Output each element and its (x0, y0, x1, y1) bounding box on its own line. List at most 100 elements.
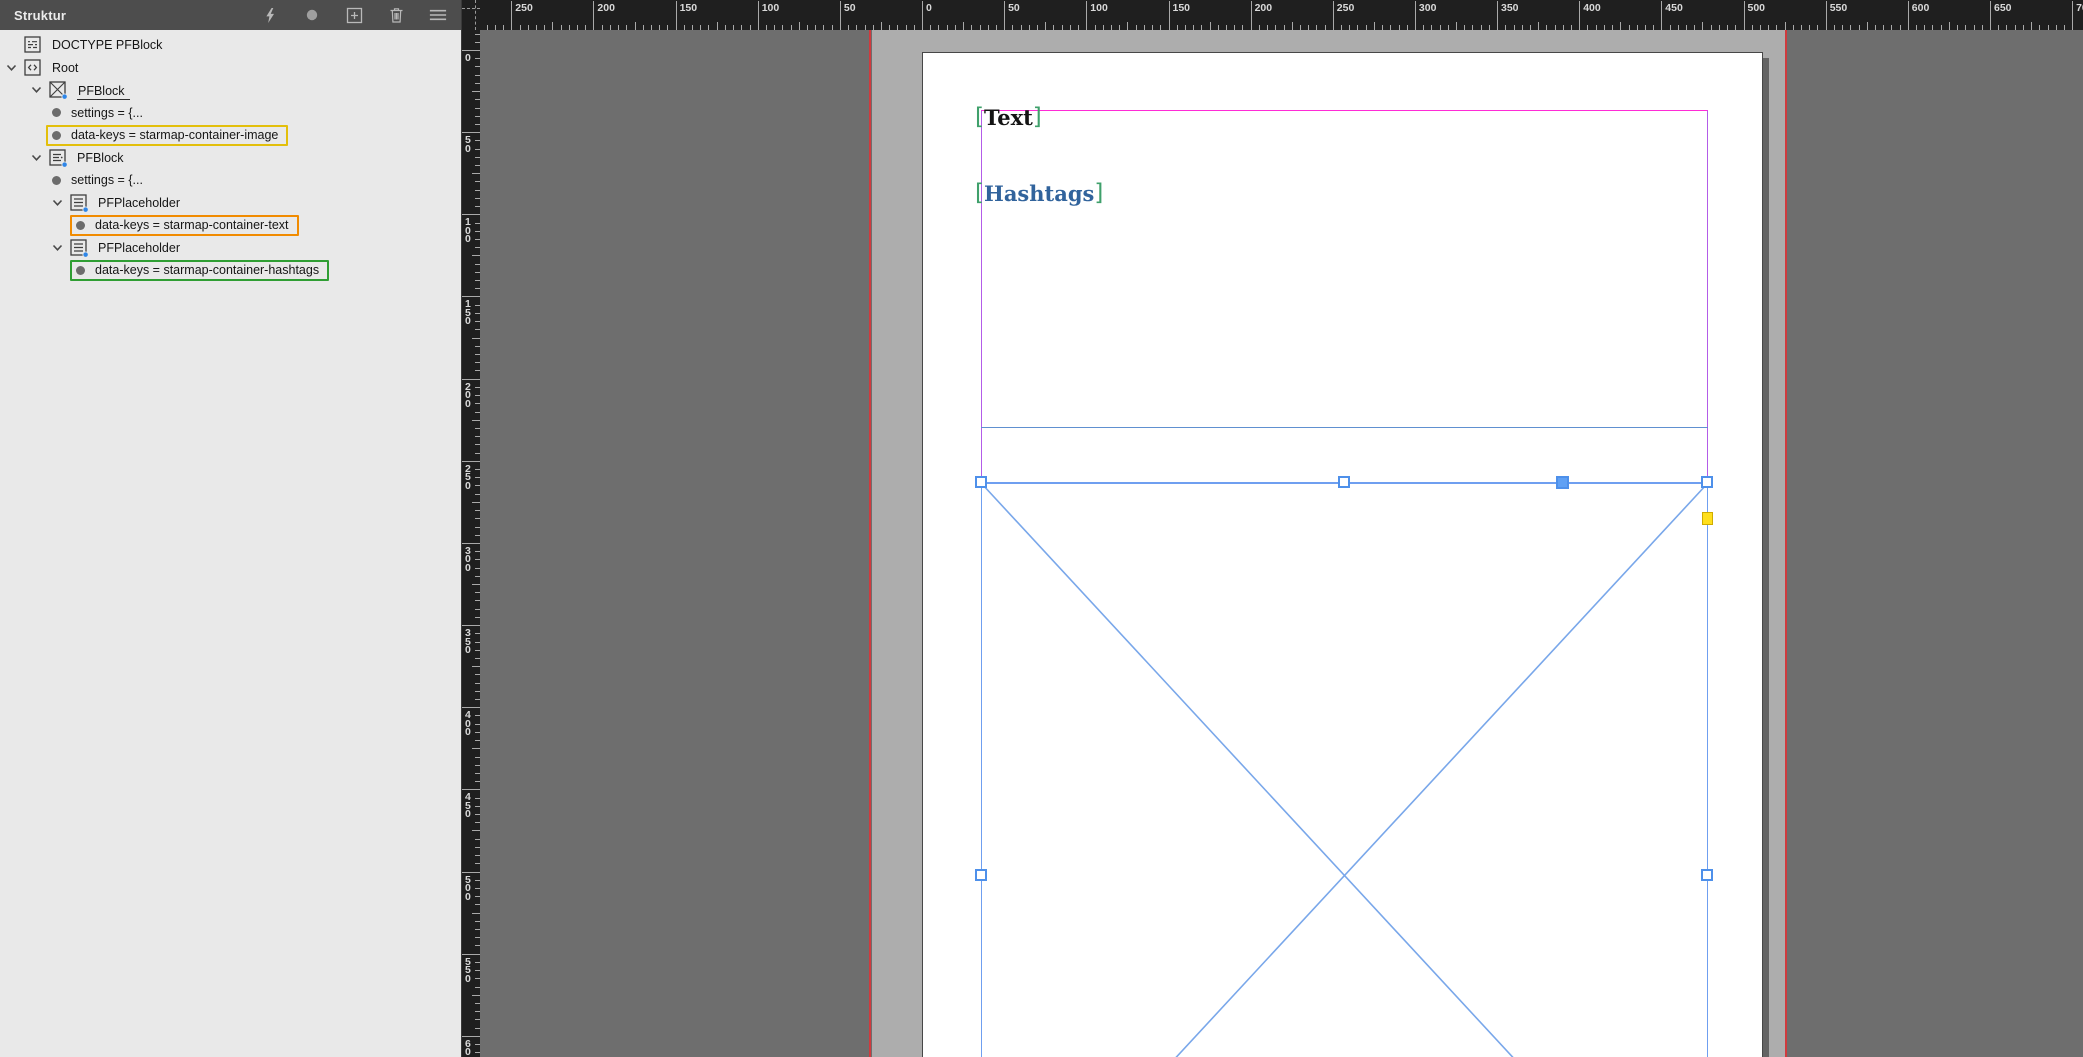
document-canvas[interactable]: [Text] [Hashtags] (480, 30, 2083, 1057)
ruler-tick (840, 1, 841, 30)
ruler-label: 3 5 0 (465, 629, 471, 655)
ruler-tick (1004, 1, 1005, 30)
ruler-tick (1456, 22, 1457, 30)
chevron-down-icon[interactable] (6, 62, 24, 74)
ruler-tick (1949, 22, 1950, 30)
tree-element-row[interactable]: Root (0, 57, 461, 80)
trash-icon[interactable] (387, 6, 405, 24)
tree-attribute-label: settings = {... (71, 173, 143, 187)
tree-attribute-row[interactable]: settings = {... (0, 169, 461, 192)
selection-handle-n[interactable] (1338, 476, 1350, 488)
ruler-tick (635, 22, 636, 30)
panel-menu-icon[interactable] (429, 6, 447, 24)
ruler-label: 2 0 0 (465, 383, 471, 409)
tree-element-row[interactable]: PFBlock (0, 79, 461, 102)
hashtags-placeholder[interactable]: [Hashtags] (975, 182, 1103, 206)
ruler-tick (472, 338, 480, 339)
ruler-label: 700 (2076, 2, 2083, 14)
xml-structure-tree: DOCTYPE PFBlock Root PFBlock settings = {..… (0, 30, 461, 1057)
ruler-tick (1620, 22, 1621, 30)
ruler-label: 150 (1173, 2, 1191, 14)
ruler-label: 650 (1994, 2, 2012, 14)
tree-element-row[interactable]: PFPlaceholder (0, 237, 461, 260)
ruler-tick (593, 1, 594, 30)
ruler-tick (472, 584, 480, 585)
ruler-tick (1702, 22, 1703, 30)
tree-attribute-row[interactable]: data-keys = starmap-container-text (0, 214, 461, 237)
ruler-tick (552, 22, 553, 30)
ruler-label: 350 (1501, 2, 1519, 14)
ruler-tick (1990, 1, 1991, 30)
ruler-tick (1867, 22, 1868, 30)
ruler-label: 50 (1008, 2, 1020, 14)
selection-handle-e[interactable] (1701, 869, 1713, 881)
vertical-ruler[interactable]: 05 01 0 01 5 02 0 02 5 03 0 03 5 04 0 04… (462, 30, 480, 1057)
ruler-label: 5 5 0 (465, 958, 471, 984)
tree-element-row[interactable]: PFBlock (0, 147, 461, 170)
ruler-tick (1661, 1, 1662, 30)
bleed-guide-left (869, 30, 871, 1057)
ruler-tick (1497, 1, 1498, 30)
ruler-tick (1579, 1, 1580, 30)
selection-handle-filled[interactable] (1556, 476, 1569, 489)
text-frame-icon (49, 149, 67, 167)
structure-panel-header: Struktur (0, 0, 461, 30)
ruler-label: 6 0 0 (465, 1040, 471, 1057)
chevron-down-icon[interactable] (31, 84, 49, 96)
ruler-tick (1292, 22, 1293, 30)
placeholder-icon (70, 239, 88, 257)
tree-element-label: PFBlock (77, 84, 130, 100)
attribute-group: settings = {... (46, 102, 153, 123)
ruler-tick (472, 748, 480, 749)
doctype-icon (24, 36, 42, 54)
ruler-label: 1 0 0 (465, 218, 471, 244)
ruler-tick (472, 502, 480, 503)
root-icon (24, 59, 42, 77)
origin-marker-horizontal (462, 8, 480, 9)
attribute-highlight-box: data-keys = starmap-container-hashtags (70, 260, 329, 281)
ruler-label: 5 0 0 (465, 876, 471, 902)
record-circle-icon[interactable] (303, 6, 321, 24)
ruler-tick (1785, 22, 1786, 30)
ruler-origin-corner[interactable] (462, 0, 480, 30)
image-frame-icon (49, 81, 67, 99)
tree-element-row[interactable]: DOCTYPE PFBlock (0, 34, 461, 57)
lightning-icon[interactable] (261, 6, 279, 24)
selection-handle-ne[interactable] (1701, 476, 1713, 488)
tree-attribute-label: data-keys = starmap-container-image (71, 128, 278, 142)
attribute-bullet-icon (52, 176, 61, 185)
add-element-icon[interactable] (345, 6, 363, 24)
tree-attribute-row[interactable]: data-keys = starmap-container-image (0, 124, 461, 147)
ruler-tick (717, 22, 718, 30)
attribute-group: settings = {... (46, 170, 153, 191)
ruler-tick (462, 132, 480, 133)
application-window: Struktur DOCTYPE PFBlock Root PFBlock setti… (0, 0, 2083, 1057)
ruler-tick (472, 666, 480, 667)
structure-panel: Struktur DOCTYPE PFBlock Root PFBlock setti… (0, 0, 462, 1057)
selected-image-frame[interactable] (981, 482, 1708, 1057)
ruler-label: 150 (680, 2, 698, 14)
selection-handle-w[interactable] (975, 869, 987, 881)
ruler-tick (462, 789, 480, 790)
tree-attribute-row[interactable]: settings = {... (0, 102, 461, 125)
text-placeholder[interactable]: [Text] (975, 106, 1042, 130)
ruler-label: 300 (1419, 2, 1437, 14)
selection-handle-nw[interactable] (975, 476, 987, 488)
tree-element-row[interactable]: PFPlaceholder (0, 192, 461, 215)
corner-radius-handle[interactable] (1702, 512, 1713, 525)
ruler-label: 200 (597, 2, 615, 14)
panel-toolbar (261, 6, 447, 24)
ruler-label: 4 5 0 (465, 793, 471, 819)
panel-title: Struktur (14, 8, 66, 23)
chevron-down-icon[interactable] (52, 242, 70, 254)
ruler-tick (1826, 1, 1827, 30)
horizontal-ruler[interactable]: 2502001501005005010015020025030035040045… (462, 0, 2083, 30)
bleed-guide-right (1785, 30, 1787, 1057)
tag-close-bracket-icon: ] (1033, 104, 1042, 130)
tree-attribute-row[interactable]: data-keys = starmap-container-hashtags (0, 259, 461, 282)
ruler-tick (1086, 1, 1087, 30)
chevron-down-icon[interactable] (31, 152, 49, 164)
ruler-label: 1 5 0 (465, 300, 471, 326)
tree-element-label: DOCTYPE PFBlock (52, 38, 162, 52)
chevron-down-icon[interactable] (52, 197, 70, 209)
